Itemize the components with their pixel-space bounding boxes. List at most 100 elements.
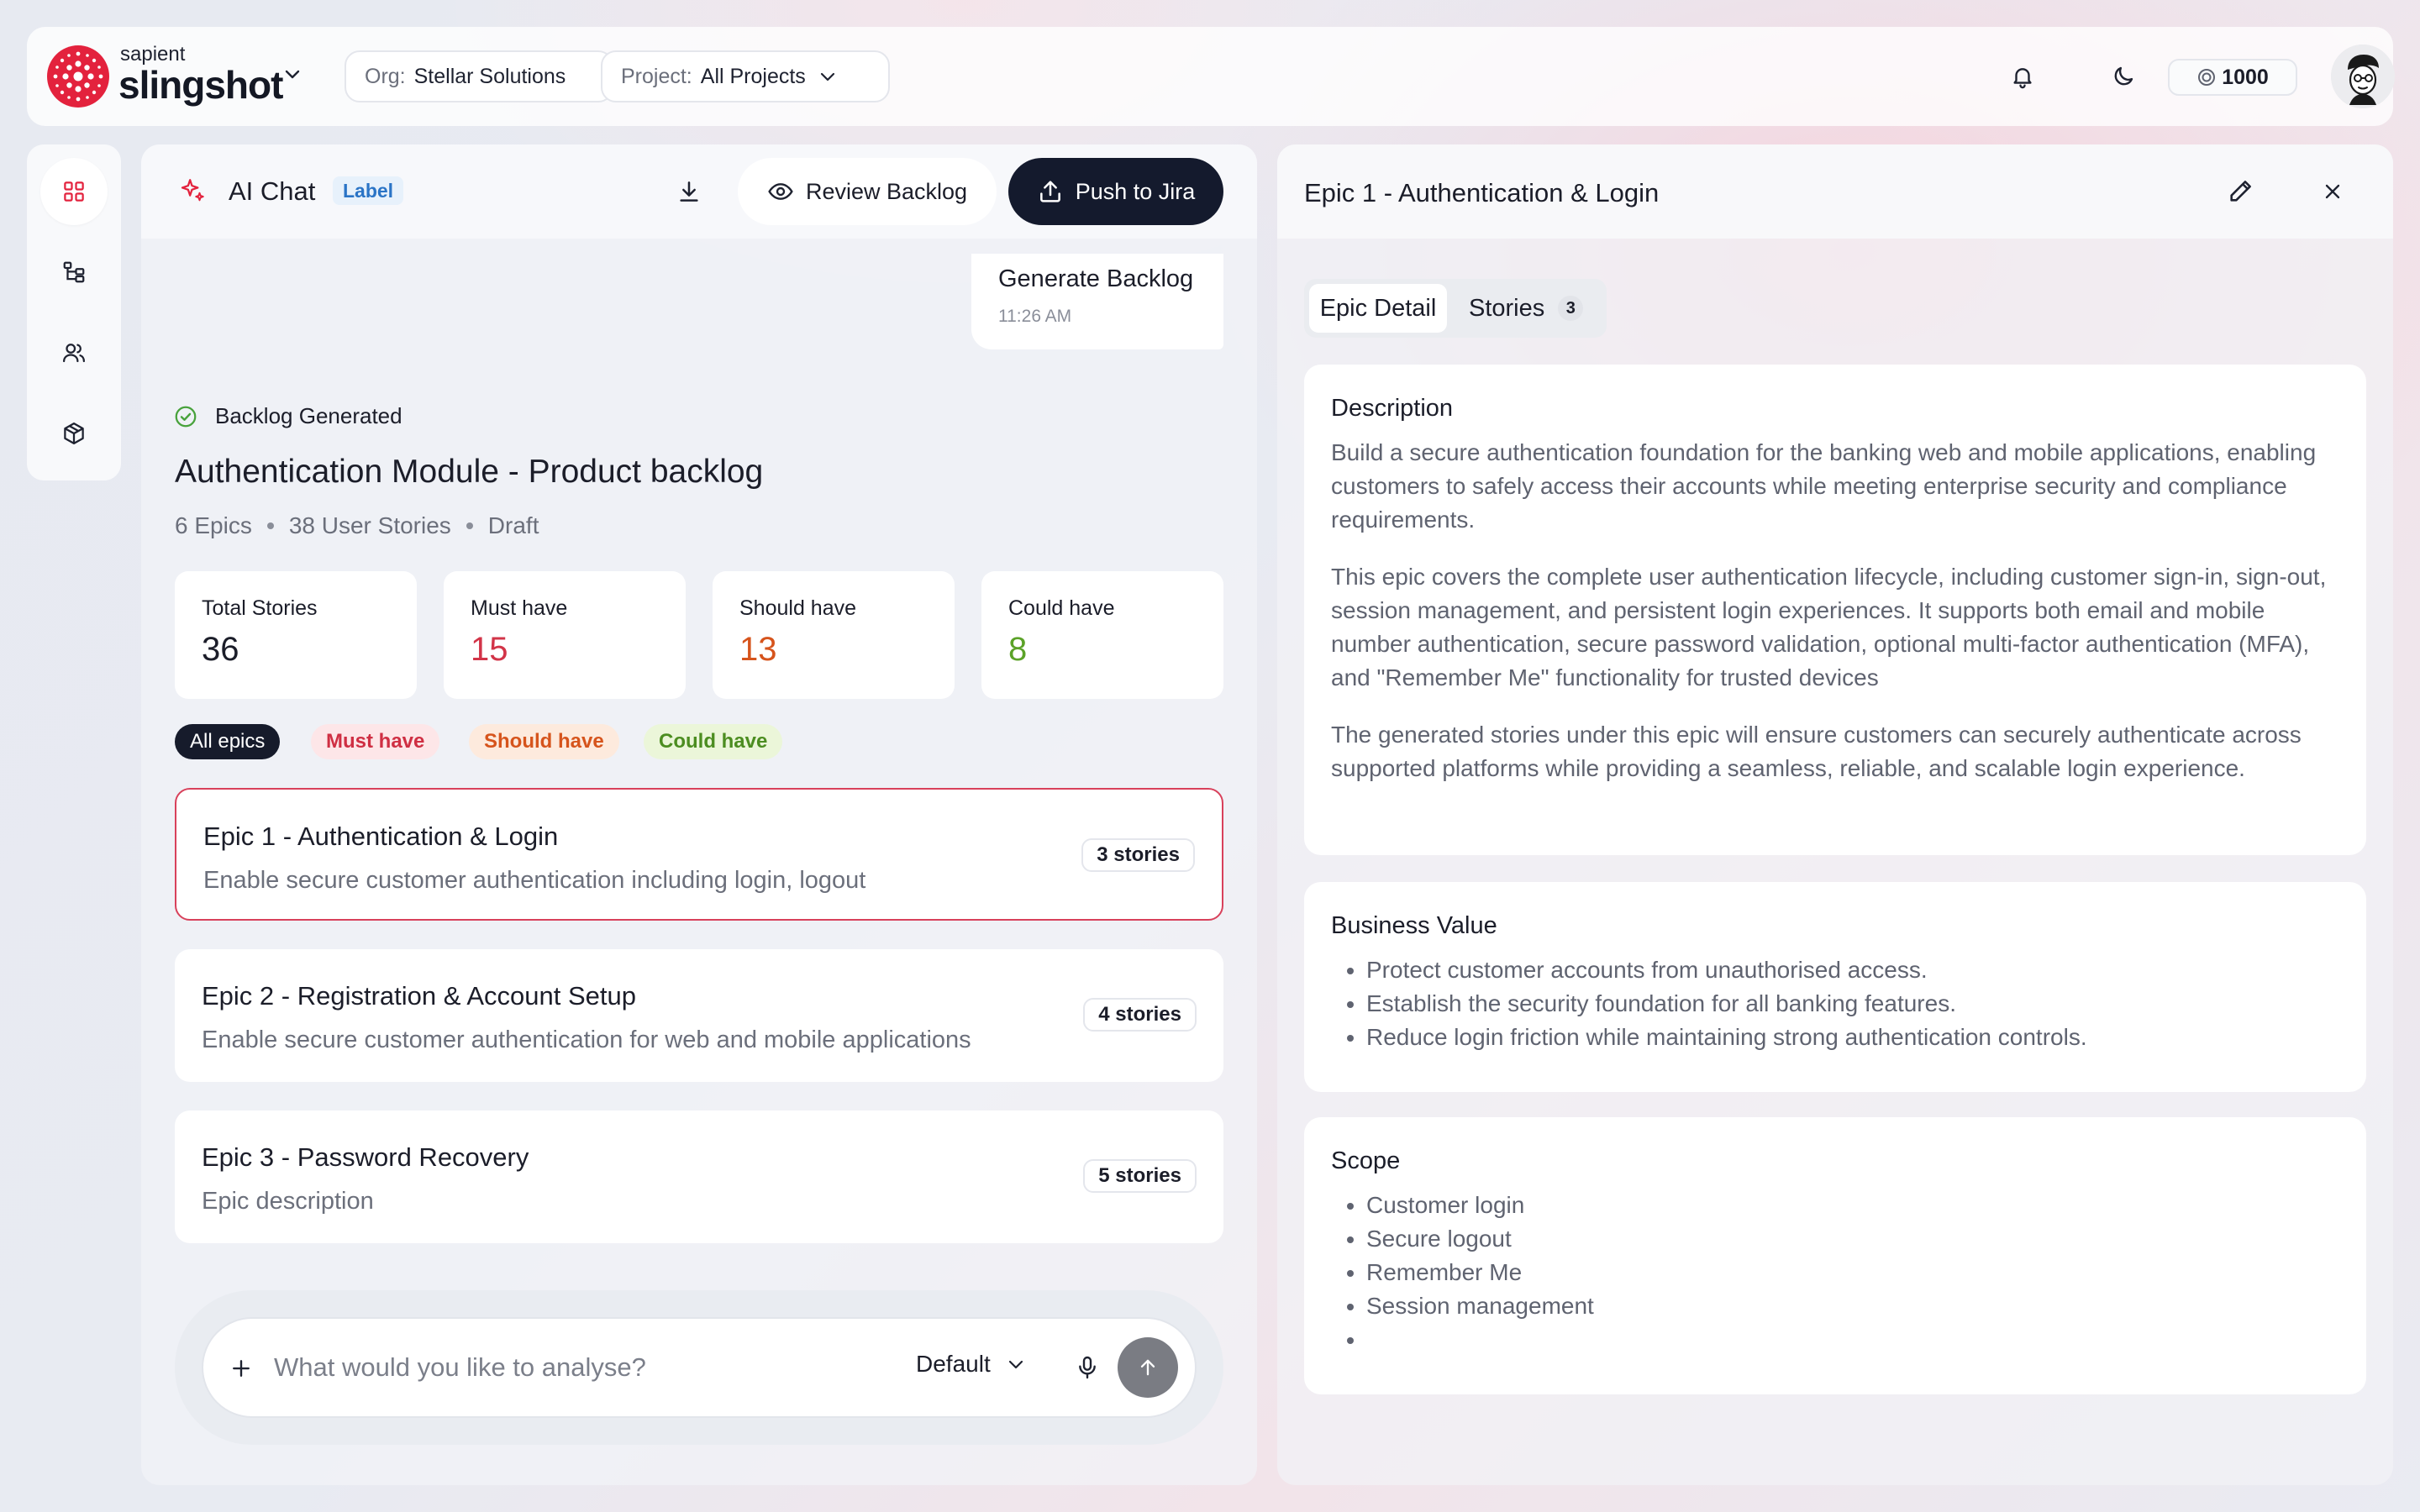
separator-dot — [466, 522, 473, 529]
epic-description: Enable secure customer authentication fo… — [202, 1026, 971, 1053]
section-heading: Description — [1331, 395, 1454, 422]
business-value-section: Business Value Protect customer accounts… — [1304, 882, 2366, 1092]
upload-icon — [1039, 181, 1060, 202]
arrow-up-icon — [1140, 1359, 1155, 1376]
message-time: 11:26 AM — [998, 307, 1072, 326]
eye-icon — [768, 183, 793, 200]
bell-icon[interactable] — [2010, 64, 2035, 89]
section-heading: Business Value — [1331, 912, 1497, 939]
credits-value: 1000 — [2222, 65, 2269, 89]
chevron-down-icon — [1008, 1360, 1023, 1369]
box-icon — [64, 423, 84, 444]
send-button[interactable] — [1118, 1337, 1178, 1398]
stories-count-badge: 3 — [1558, 296, 1584, 321]
sidebar-item-users[interactable] — [40, 319, 108, 386]
chevron-down-icon[interactable] — [282, 64, 302, 84]
stat-value: 13 — [739, 631, 777, 668]
sidebar — [27, 144, 121, 480]
stat-value: 36 — [202, 631, 239, 668]
epic-description: Epic description — [202, 1188, 374, 1215]
avatar[interactable] — [2331, 45, 2395, 108]
pencil-icon[interactable] — [2227, 176, 2255, 205]
story-count-badge: 3 stories — [1081, 838, 1195, 872]
chat-composer: Default — [175, 1290, 1223, 1445]
story-count-badge: 5 stories — [1083, 1159, 1197, 1193]
epic-title: Epic 1 - Authentication & Login — [203, 822, 559, 851]
epic-count: 6 Epics — [175, 512, 252, 538]
grid-icon — [64, 181, 84, 202]
mode-value: Default — [916, 1351, 991, 1377]
credits-badge[interactable]: 1000 — [2168, 59, 2297, 96]
description-section: Description Build a secure authenticatio… — [1304, 365, 2366, 855]
project-value: All Projects — [700, 64, 806, 88]
download-icon[interactable] — [676, 178, 702, 205]
list-item — [1366, 1323, 2339, 1357]
backlog-status-text: Backlog Generated — [215, 403, 402, 428]
description-paragraph: The generated stories under this epic wi… — [1331, 722, 2302, 781]
epic-card-1[interactable]: Epic 1 - Authentication & Login Enable s… — [175, 788, 1223, 921]
push-to-jira-label: Push to Jira — [1075, 178, 1196, 204]
separator-dot — [266, 522, 274, 529]
filter-chip-all[interactable]: All epics — [175, 724, 281, 759]
project-label: Project: — [621, 64, 692, 88]
close-icon[interactable] — [2321, 180, 2344, 203]
story-count: 38 User Stories — [288, 512, 451, 538]
scope-section: Scope Customer login Secure logout Remem… — [1304, 1117, 2366, 1394]
detail-tabs: Epic Detail Stories 3 — [1304, 279, 1607, 338]
top-header: sapient slingshot Org: Stellar Solutions… — [27, 27, 2395, 126]
section-heading: Scope — [1331, 1147, 1401, 1174]
org-label: Org: — [365, 64, 406, 88]
stat-card-should: Should have 13 — [713, 571, 955, 699]
filter-chip-should[interactable]: Should have — [469, 724, 619, 759]
sidebar-item-packages[interactable] — [40, 400, 108, 467]
chat-input[interactable] — [274, 1344, 862, 1391]
stat-label: Could have — [1008, 596, 1115, 620]
epic-description: Enable secure customer authentication in… — [203, 867, 866, 894]
tab-stories[interactable]: Stories 3 — [1469, 284, 1584, 333]
list-item: Establish the security foundation for al… — [1366, 987, 2339, 1021]
detail-header: Epic 1 - Authentication & Login — [1277, 144, 2393, 239]
user-message-bubble: Generate Backlog 11:26 AM — [971, 254, 1223, 349]
business-value-list: Protect customer accounts from unauthori… — [1331, 953, 2339, 1054]
users-icon — [63, 344, 85, 363]
stat-label: Must have — [471, 596, 568, 620]
stat-value: 15 — [471, 631, 508, 668]
description-paragraph: Build a secure authentication foundation… — [1331, 439, 2317, 533]
list-item: Protect customer accounts from unauthori… — [1366, 953, 2339, 987]
tab-stories-label: Stories — [1469, 295, 1545, 322]
mode-selector[interactable]: Default — [916, 1351, 1026, 1378]
microphone-icon[interactable] — [1074, 1354, 1101, 1381]
epic-card-2[interactable]: Epic 2 - Registration & Account Setup En… — [175, 949, 1223, 1082]
check-circle-icon — [175, 406, 197, 427]
push-to-jira-button[interactable]: Push to Jira — [1008, 158, 1223, 225]
stat-card-must: Must have 15 — [444, 571, 686, 699]
detail-title: Epic 1 - Authentication & Login — [1304, 178, 1660, 207]
backlog-state: Draft — [487, 512, 539, 538]
moon-icon[interactable] — [2111, 64, 2136, 89]
chat-header: AI Chat Label Review Backlog Push to Jir… — [141, 144, 1257, 239]
review-backlog-button[interactable]: Review Backlog — [738, 158, 997, 225]
chevron-down-icon — [818, 66, 838, 87]
plus-icon[interactable] — [229, 1356, 254, 1381]
chat-label-badge: Label — [333, 176, 404, 205]
stat-label: Total Stories — [202, 596, 318, 620]
org-selector[interactable]: Org: Stellar Solutions — [345, 50, 613, 102]
sidebar-item-hierarchy[interactable] — [40, 239, 108, 306]
description-paragraph: This epic covers the complete user authe… — [1331, 564, 2327, 690]
sidebar-item-dashboard[interactable] — [40, 158, 108, 225]
filter-chip-must[interactable]: Must have — [311, 724, 440, 759]
epic-card-3[interactable]: Epic 3 - Password Recovery Epic descript… — [175, 1110, 1223, 1243]
list-item: Reduce login friction while maintaining … — [1366, 1021, 2339, 1054]
filter-chip-could[interactable]: Could have — [644, 724, 783, 759]
stat-card-total: Total Stories 36 — [175, 571, 417, 699]
backlog-status: Backlog Generated — [173, 403, 402, 429]
backlog-title: Authentication Module - Product backlog — [175, 454, 764, 490]
ai-chat-panel: AI Chat Label Review Backlog Push to Jir… — [141, 144, 1257, 1485]
story-count-badge: 4 stories — [1083, 998, 1197, 1032]
slingshot-logo-icon[interactable] — [47, 45, 109, 108]
project-selector[interactable]: Project: All Projects — [601, 50, 890, 102]
backlog-meta: 6 Epics 38 User Stories Draft — [175, 512, 539, 539]
message-text: Generate Backlog — [998, 265, 1194, 292]
tab-epic-detail[interactable]: Epic Detail — [1309, 284, 1447, 333]
epic-title: Epic 2 - Registration & Account Setup — [202, 981, 636, 1011]
